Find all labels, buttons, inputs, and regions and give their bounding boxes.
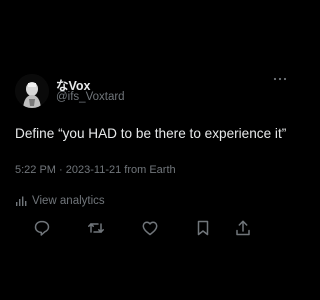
bookmark-icon[interactable] (194, 219, 212, 237)
view-analytics-link[interactable]: View analytics (15, 194, 105, 208)
meta-separator: · (59, 164, 63, 176)
analytics-bar-icon (16, 196, 27, 206)
more-dots-icon[interactable] (272, 72, 288, 84)
heart-icon[interactable] (141, 219, 159, 237)
tweet-location: from Earth (124, 164, 176, 176)
tweet-time[interactable]: 5:22 PM (15, 164, 56, 176)
tweet-text: Define “you HAD to be there to experienc… (15, 126, 287, 141)
avatar[interactable] (15, 74, 49, 108)
reply-icon[interactable] (33, 219, 51, 237)
user-handle[interactable]: @ifs_Voxtard (56, 91, 125, 103)
view-analytics-label: View analytics (32, 195, 105, 207)
share-icon[interactable] (234, 219, 252, 237)
avatar-icon (15, 74, 49, 108)
tweet-date[interactable]: 2023-11-21 (66, 164, 121, 176)
tweet-meta: 5:22 PM · 2023-11-21 from Earth (15, 164, 176, 176)
retweet-icon[interactable] (87, 219, 105, 237)
tweet-card: なVox @ifs_Voxtard Define “you HAD to be … (0, 0, 300, 300)
